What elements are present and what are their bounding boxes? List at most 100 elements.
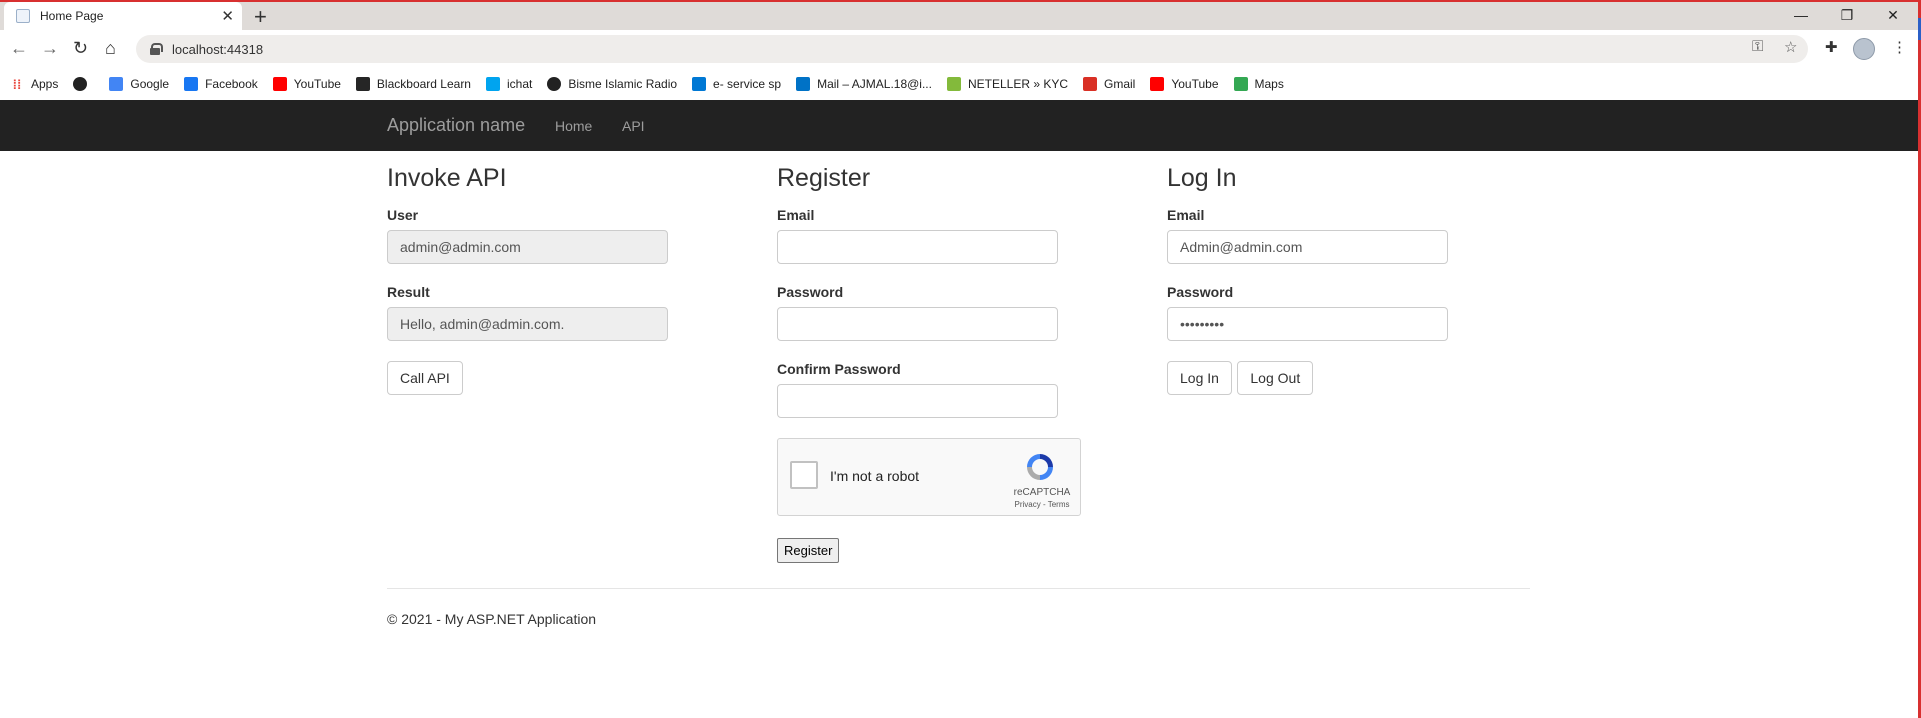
result-label: Result: [387, 284, 430, 300]
user-value: admin@admin.com: [400, 239, 521, 255]
outlook-icon: [796, 77, 811, 91]
user-field[interactable]: admin@admin.com: [387, 230, 668, 264]
recaptcha-brand: reCAPTCHA: [1013, 487, 1071, 498]
recaptcha-label: I'm not a robot: [830, 468, 920, 484]
page-icon: [16, 9, 30, 23]
minimize-icon[interactable]: —: [1778, 2, 1824, 28]
bookmark-item[interactable]: Bisme Islamic Radio: [547, 77, 677, 91]
site-navbar: Application name Home API: [0, 100, 1918, 151]
bookmark-label: e- service sp: [713, 77, 782, 91]
bookmark-item[interactable]: Mail – AJMAL.18@i...: [796, 77, 932, 91]
call-api-button[interactable]: Call API: [387, 361, 463, 395]
home-icon[interactable]: ⌂: [105, 38, 116, 59]
globe-icon: [547, 77, 562, 91]
bookmark-label: Mail – AJMAL.18@i...: [817, 77, 932, 91]
menu-icon[interactable]: ⋮: [1892, 38, 1907, 56]
register-heading: Register: [777, 164, 871, 192]
footer-divider: [387, 588, 1530, 589]
footer-text: © 2021 - My ASP.NET Application: [387, 611, 597, 627]
bookmark-item[interactable]: Google: [109, 77, 169, 91]
register-password-field[interactable]: [777, 307, 1058, 341]
bookmark-item[interactable]: Maps: [1233, 77, 1284, 91]
bookmark-label: Gmail: [1104, 77, 1136, 91]
youtube-icon: [272, 77, 287, 91]
back-icon[interactable]: ←: [10, 38, 28, 59]
bookmark-label: YouTube: [1171, 77, 1219, 91]
bookmark-label: Facebook: [205, 77, 258, 91]
url-text: localhost:44318: [172, 41, 264, 57]
login-password-value: •••••••••: [1180, 316, 1225, 332]
close-tab-icon[interactable]: ✕: [221, 7, 234, 25]
avatar[interactable]: [1853, 38, 1875, 60]
maps-pin-icon: [1233, 77, 1248, 91]
brand-link[interactable]: Application name: [387, 115, 525, 136]
invoke-api-section: Invoke API User admin@admin.com Result H…: [387, 164, 747, 395]
logout-button[interactable]: Log Out: [1237, 361, 1314, 395]
restore-icon[interactable]: ❐: [1824, 2, 1870, 28]
recaptcha-widget: I'm not a robot reCAPTCHA Privacy - Term…: [777, 438, 1081, 516]
neteller-icon: [946, 77, 961, 91]
login-password-field[interactable]: •••••••••: [1167, 307, 1448, 341]
bookmark-item[interactable]: ⁞⁞ Apps: [10, 76, 59, 92]
result-value: Hello, admin@admin.com.: [400, 316, 565, 332]
result-field[interactable]: Hello, admin@admin.com.: [387, 307, 668, 341]
bookmark-item[interactable]: YouTube: [272, 77, 341, 91]
tab-strip: Home Page ✕ + — ❐ ✕: [0, 2, 1918, 30]
recaptcha-links[interactable]: Privacy - Terms: [1012, 500, 1072, 509]
register-email-field[interactable]: [777, 230, 1058, 264]
new-tab-icon[interactable]: +: [254, 4, 267, 30]
key-icon[interactable]: ⚿: [1752, 38, 1763, 55]
nav-home[interactable]: Home: [555, 118, 592, 134]
bookmark-label: Maps: [1254, 77, 1284, 91]
browser-toolbar: ← → ↻ ⌂ localhost:44318 ⚿ ☆ ✚ ⋮: [0, 30, 1918, 68]
invoke-heading: Invoke API: [387, 164, 507, 192]
register-password-label: Password: [777, 284, 844, 300]
login-password-label: Password: [1167, 284, 1234, 300]
apps-grid-icon: ⁞⁞: [12, 76, 22, 92]
bookmark-label: Blackboard Learn: [376, 77, 471, 91]
bookmark-label: YouTube: [293, 77, 341, 91]
login-button[interactable]: Log In: [1167, 361, 1232, 395]
bookmark-label: Bisme Islamic Radio: [568, 77, 678, 91]
extensions-icon[interactable]: ✚: [1825, 38, 1838, 56]
bookmark-item[interactable]: Facebook: [184, 77, 258, 91]
recaptcha-checkbox[interactable]: [790, 461, 818, 489]
user-label: User: [387, 207, 419, 223]
windows-icon: [485, 77, 500, 91]
bookmark-item[interactable]: [73, 77, 94, 91]
forward-icon[interactable]: →: [41, 38, 59, 59]
lock-icon[interactable]: [150, 43, 163, 55]
confirm-password-label: Confirm Password: [777, 361, 901, 377]
bookmark-item[interactable]: NETELLER » KYC: [946, 77, 1068, 91]
bookmark-item[interactable]: Gmail: [1083, 77, 1135, 91]
sharepoint-icon: [692, 77, 707, 91]
blackboard-icon: [355, 77, 370, 91]
bookmark-label: ichat: [506, 77, 533, 91]
tab-home-page[interactable]: Home Page ✕: [4, 2, 242, 30]
register-button[interactable]: Register: [777, 538, 840, 563]
login-section: Log In Email Admin@admin.com Password ••…: [1167, 164, 1527, 395]
bookmarks-bar: ⁞⁞ Apps Google Facebook YouTube Blackboard Le…: [0, 68, 1918, 100]
tab-title: Home Page: [40, 9, 104, 23]
login-heading: Log In: [1167, 164, 1237, 192]
register-email-label: Email: [777, 207, 815, 223]
bookmark-item[interactable]: Blackboard Learn: [355, 77, 471, 91]
gmail-icon: [1083, 77, 1098, 91]
login-email-value: Admin@admin.com: [1180, 239, 1303, 255]
address-bar[interactable]: localhost:44318: [136, 35, 1808, 63]
close-window-icon[interactable]: ✕: [1870, 2, 1916, 28]
register-section: Register Email Password Confirm Password…: [777, 164, 1137, 563]
bookmark-label: Google: [130, 77, 170, 91]
login-email-field[interactable]: Admin@admin.com: [1167, 230, 1448, 264]
nav-api[interactable]: API: [622, 118, 645, 134]
facebook-icon: [184, 77, 199, 91]
youtube-icon: [1150, 77, 1165, 91]
reload-icon[interactable]: ↻: [73, 38, 88, 59]
star-icon[interactable]: ☆: [1784, 38, 1797, 56]
bookmark-item[interactable]: e- service sp: [692, 77, 781, 91]
login-email-label: Email: [1167, 207, 1205, 223]
bookmark-item[interactable]: YouTube: [1150, 77, 1219, 91]
bookmark-label: Apps: [31, 77, 59, 91]
bookmark-item[interactable]: ichat: [485, 77, 533, 91]
confirm-password-field[interactable]: [777, 384, 1058, 418]
